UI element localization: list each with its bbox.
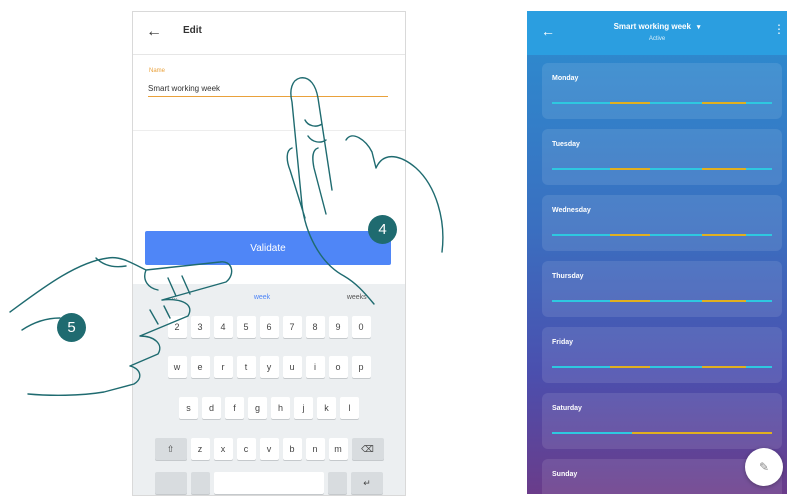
key[interactable]: 6 — [259, 316, 279, 338]
key[interactable]: 5 — [236, 316, 256, 338]
suggestion-bar: ... week weeks — [133, 284, 405, 310]
day-timeline — [552, 300, 772, 302]
back-arrow-icon[interactable]: ← — [146, 22, 162, 42]
key[interactable]: v — [259, 438, 279, 460]
key[interactable]: 9 — [328, 316, 348, 338]
key[interactable]: b — [282, 438, 302, 460]
schedule-status: Active — [648, 36, 666, 42]
day-timeline — [552, 102, 772, 104]
name-field-label: Name — [149, 68, 166, 74]
edit-screen: ← Edit Name Validate ... week weeks 2 3 … — [132, 11, 406, 496]
period-key[interactable] — [328, 472, 347, 494]
key[interactable]: 4 — [213, 316, 233, 338]
header-divider — [133, 54, 405, 55]
enter-key-icon[interactable]: ↵ — [351, 472, 383, 494]
day-card-friday[interactable]: Friday — [542, 327, 782, 383]
day-card-monday[interactable]: Monday — [542, 63, 782, 119]
key[interactable]: r — [213, 356, 233, 378]
dropdown-caret-icon: ▾ — [696, 24, 701, 31]
day-label: Thursday — [552, 273, 584, 280]
keyboard-row-middle-letters: s d f g h j k l — [137, 397, 401, 419]
suggestion-item[interactable]: week — [254, 294, 270, 301]
key[interactable]: e — [190, 356, 210, 378]
day-label: Tuesday — [552, 141, 580, 148]
key[interactable]: c — [236, 438, 256, 460]
day-card-thursday[interactable]: Thursday — [542, 261, 782, 317]
key[interactable]: o — [328, 356, 348, 378]
suggestion-item[interactable]: ... — [171, 294, 177, 301]
key[interactable]: m — [328, 438, 348, 460]
schedule-title[interactable]: Smart working week ▾ — [527, 22, 787, 31]
day-label: Saturday — [552, 405, 582, 412]
keyboard-row-bottom-letters: ⇧ z x c v b n m ⌫ — [137, 438, 401, 460]
key[interactable]: s — [179, 397, 198, 419]
content-divider — [133, 130, 405, 131]
key[interactable]: u — [282, 356, 302, 378]
day-timeline — [552, 234, 772, 236]
day-timeline — [552, 432, 772, 434]
day-label: Wednesday — [552, 207, 591, 214]
keyboard-row-numbers: 2 3 4 5 6 7 8 9 0 — [137, 316, 401, 338]
key[interactable]: i — [305, 356, 325, 378]
page-title: Edit — [183, 25, 202, 36]
comma-key[interactable] — [191, 472, 210, 494]
key[interactable]: 8 — [305, 316, 325, 338]
edit-header: ← Edit — [133, 12, 405, 54]
key[interactable]: 2 — [167, 316, 187, 338]
day-label: Monday — [552, 75, 579, 82]
key[interactable]: h — [271, 397, 290, 419]
suggestion-item[interactable]: weeks — [347, 294, 367, 301]
validate-button[interactable]: Validate — [145, 231, 391, 265]
symbols-key[interactable] — [155, 472, 187, 494]
key[interactable]: t — [236, 356, 256, 378]
day-timeline — [552, 168, 772, 170]
day-card-tuesday[interactable]: Tuesday — [542, 129, 782, 185]
day-timeline — [552, 366, 772, 368]
on-screen-keyboard: ... week weeks 2 3 4 5 6 7 8 9 0 w e r t… — [133, 284, 405, 495]
keyboard-row-space: ↵ — [137, 472, 401, 494]
key[interactable]: n — [305, 438, 325, 460]
day-card-wednesday[interactable]: Wednesday — [542, 195, 782, 251]
keyboard-row-top-letters: w e r t y u i o p — [137, 356, 401, 378]
edit-pencil-icon[interactable]: ✎ — [745, 448, 783, 486]
key[interactable]: x — [213, 438, 233, 460]
schedule-title-text: Smart working week — [613, 22, 691, 31]
day-card-saturday[interactable]: Saturday — [542, 393, 782, 449]
day-label: Sunday — [552, 471, 578, 478]
key[interactable]: z — [190, 438, 210, 460]
key[interactable]: f — [225, 397, 244, 419]
day-label: Friday — [552, 339, 574, 346]
weekly-schedule-screen: ← Smart working week ▾ Active ⋮ Monday Tu… — [527, 11, 787, 494]
key[interactable]: 3 — [190, 316, 210, 338]
space-key[interactable] — [214, 472, 324, 494]
key[interactable]: 7 — [282, 316, 302, 338]
key[interactable]: y — [259, 356, 279, 378]
step-badge-4: 4 — [368, 215, 397, 244]
more-menu-icon[interactable]: ⋮ — [773, 22, 785, 36]
delete-key-icon[interactable]: ⌫ — [351, 438, 384, 460]
schedule-header: ← Smart working week ▾ Active ⋮ — [527, 11, 787, 55]
key[interactable]: w — [167, 356, 187, 378]
key[interactable]: l — [340, 397, 359, 419]
step-badge-5: 5 — [57, 313, 86, 342]
key[interactable]: 0 — [351, 316, 371, 338]
key[interactable]: p — [351, 356, 371, 378]
name-input[interactable] — [148, 80, 388, 97]
key[interactable]: g — [248, 397, 267, 419]
key[interactable]: k — [317, 397, 336, 419]
shift-key-icon[interactable]: ⇧ — [154, 438, 187, 460]
key[interactable]: j — [294, 397, 313, 419]
key[interactable]: d — [202, 397, 221, 419]
